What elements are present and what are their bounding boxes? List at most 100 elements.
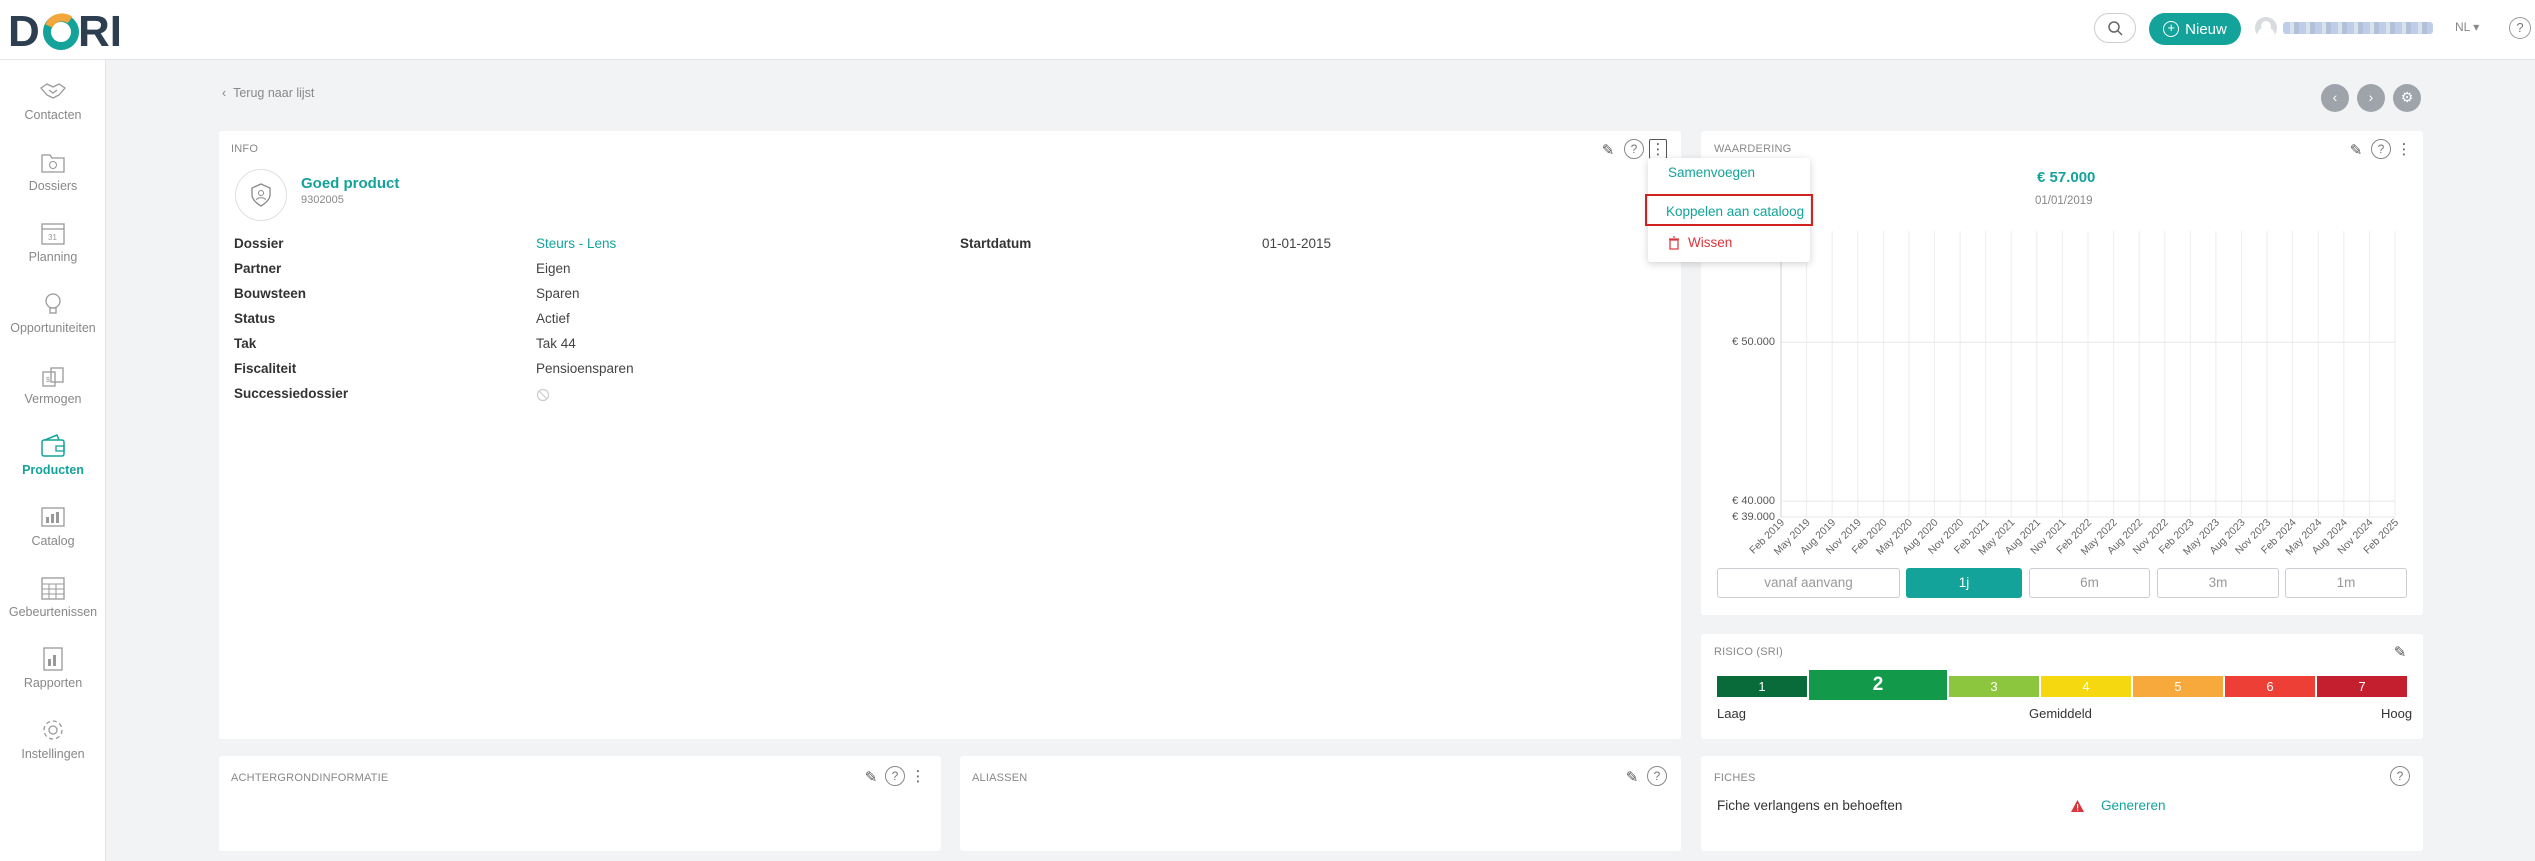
background-info-card: ACHTERGRONDINFORMATIE ✎ ? ⋮ — [219, 756, 941, 851]
report-icon — [43, 647, 63, 671]
more-vertical-icon[interactable]: ⋮ — [908, 766, 928, 786]
previous-button[interactable]: ‹ — [2321, 84, 2349, 112]
fiches-title: FICHES — [1714, 772, 1756, 784]
edit-icon[interactable]: ✎ — [2390, 642, 2410, 662]
sidebar-item-label: Dossiers — [28, 179, 78, 193]
sidebar-item-contacten[interactable]: Contacten — [0, 76, 106, 136]
handshake-icon — [40, 83, 66, 99]
sidebar-item-label: Catalog — [31, 534, 75, 548]
more-vertical-icon[interactable]: ⋮ — [1649, 139, 1667, 159]
delete-label: Wissen — [1688, 235, 1733, 250]
dori-logo[interactable]: D RI — [8, 4, 138, 56]
risk-level-4[interactable]: 4 — [2041, 676, 2131, 697]
sidebar-item-producten[interactable]: Producten — [0, 431, 106, 491]
risk-title: RISICO (SRI) — [1714, 646, 1784, 658]
user-name-blurred[interactable] — [2283, 22, 2433, 34]
period-button-1y[interactable]: 1j — [1906, 568, 2022, 598]
lightbulb-icon — [45, 293, 61, 314]
calendar-icon: 31 — [41, 223, 65, 245]
next-button[interactable]: › — [2357, 84, 2385, 112]
menu-item-link-catalog[interactable]: Koppelen aan cataloog — [1645, 194, 1813, 226]
sidebar-item-vermogen[interactable]: $ Vermogen — [0, 360, 106, 420]
generate-link[interactable]: Genereren — [2101, 798, 2166, 813]
field-label-bouwsteen: Bouwsteen — [234, 286, 307, 301]
field-label-status: Status — [234, 311, 276, 326]
field-value-fiscaliteit: Pensioensparen — [536, 361, 634, 376]
field-label-startdatum: Startdatum — [960, 236, 1032, 251]
field-label-fiscaliteit: Fiscaliteit — [234, 361, 297, 376]
trash-icon — [1669, 235, 1679, 250]
sidebar-item-planning[interactable]: 31 Planning — [0, 218, 106, 278]
risk-level-3[interactable]: 3 — [1949, 676, 2039, 697]
sidebar-item-catalog[interactable]: Catalog — [0, 502, 106, 562]
user-avatar[interactable] — [2255, 17, 2277, 39]
grid-calendar-icon — [41, 577, 65, 600]
sidebar-item-opportuniteiten[interactable]: Opportuniteiten — [0, 289, 106, 349]
language-label: NL — [2455, 20, 2470, 34]
settings-circle-button[interactable]: ⚙ — [2393, 84, 2421, 112]
sidebar-item-label: Contacten — [24, 108, 82, 122]
sidebar-item-instellingen[interactable]: Instellingen — [0, 715, 106, 775]
sidebar-item-label: Vermogen — [24, 392, 82, 406]
product-code: 9302005 — [301, 194, 344, 206]
back-to-list-link[interactable]: ‹ Terug naar lijst — [222, 86, 314, 100]
new-button[interactable]: + Nieuw — [2149, 13, 2241, 45]
svg-text:$: $ — [46, 377, 50, 384]
menu-item-merge[interactable]: Samenvoegen — [1668, 165, 1830, 180]
help-icon[interactable]: ? — [1624, 139, 1644, 159]
back-link-label: Terug naar lijst — [233, 86, 315, 100]
plus-circle-icon: + — [2163, 21, 2180, 37]
sidebar-item-rapporten[interactable]: Rapporten — [0, 644, 106, 704]
sidebar-item-label: Rapporten — [23, 676, 83, 690]
menu-item-delete[interactable]: Wissen — [1668, 235, 1830, 250]
risk-high-label: Hoog — [2381, 706, 2413, 721]
folder-icon — [41, 154, 65, 173]
edit-icon[interactable]: ✎ — [1598, 140, 1618, 160]
field-label-partner: Partner — [234, 261, 282, 276]
period-button-1m[interactable]: 1m — [2285, 568, 2407, 598]
sidebar-item-gebeurtenissen[interactable]: Gebeurtenissen — [0, 573, 106, 633]
help-icon[interactable]: ? — [2390, 766, 2410, 786]
help-icon[interactable]: ? — [885, 766, 905, 786]
field-value-dossier-link[interactable]: Steurs - Lens — [536, 236, 616, 251]
not-applicable-icon — [536, 388, 550, 407]
y-tick-label: € 50.000 — [1732, 336, 1775, 348]
new-button-label: Nieuw — [2185, 20, 2227, 38]
period-button-from-start[interactable]: vanaf aanvang — [1717, 568, 1900, 598]
risk-level-6[interactable]: 6 — [2225, 676, 2315, 697]
risk-card: RISICO (SRI) ✎ 1234567 Laag Gemiddeld Ho… — [1701, 634, 2423, 739]
field-value-partner: Eigen — [536, 261, 571, 276]
edit-icon[interactable]: ✎ — [1622, 767, 1642, 787]
search-button[interactable] — [2094, 13, 2136, 43]
money-icon: $ — [42, 367, 64, 387]
period-button-3m[interactable]: 3m — [2157, 568, 2279, 598]
field-label-dossier: Dossier — [234, 236, 284, 251]
risk-level-7[interactable]: 7 — [2317, 676, 2407, 697]
y-tick-label: € 39.000 — [1732, 511, 1775, 523]
language-selector[interactable]: NL ▾ — [2455, 20, 2479, 34]
shield-icon — [251, 183, 271, 207]
period-button-6m[interactable]: 6m — [2029, 568, 2150, 598]
sidebar-item-label: Opportuniteiten — [10, 321, 96, 335]
help-icon[interactable]: ? — [2509, 17, 2531, 39]
field-label-tak: Tak — [234, 336, 257, 351]
help-icon[interactable]: ? — [1647, 766, 1667, 786]
info-card: INFO ✎ ? ⋮ Goed product 9302005 Dossier … — [219, 131, 1681, 739]
sidebar-item-dossiers[interactable]: Dossiers — [0, 147, 106, 207]
svg-text:D: D — [8, 7, 40, 54]
sidebar-item-label: Instellingen — [21, 747, 85, 761]
product-avatar — [235, 169, 287, 221]
risk-level-2[interactable]: 2 — [1809, 670, 1947, 700]
risk-level-1[interactable]: 1 — [1717, 676, 1807, 697]
background-title: ACHTERGRONDINFORMATIE — [231, 772, 389, 784]
sidebar: Contacten Dossiers 31 Planning Opportuni… — [0, 60, 106, 861]
top-bar: D RI + Nieuw NL ▾ ? — [0, 0, 2535, 60]
sidebar-item-label: Gebeurtenissen — [8, 605, 98, 619]
gear-icon — [43, 720, 63, 740]
risk-low-label: Laag — [1717, 706, 1746, 721]
search-icon — [2108, 21, 2123, 36]
info-title: INFO — [231, 143, 259, 155]
edit-icon[interactable]: ✎ — [861, 767, 881, 787]
risk-level-5[interactable]: 5 — [2133, 676, 2223, 697]
field-value-startdatum: 01-01-2015 — [1262, 236, 1332, 251]
